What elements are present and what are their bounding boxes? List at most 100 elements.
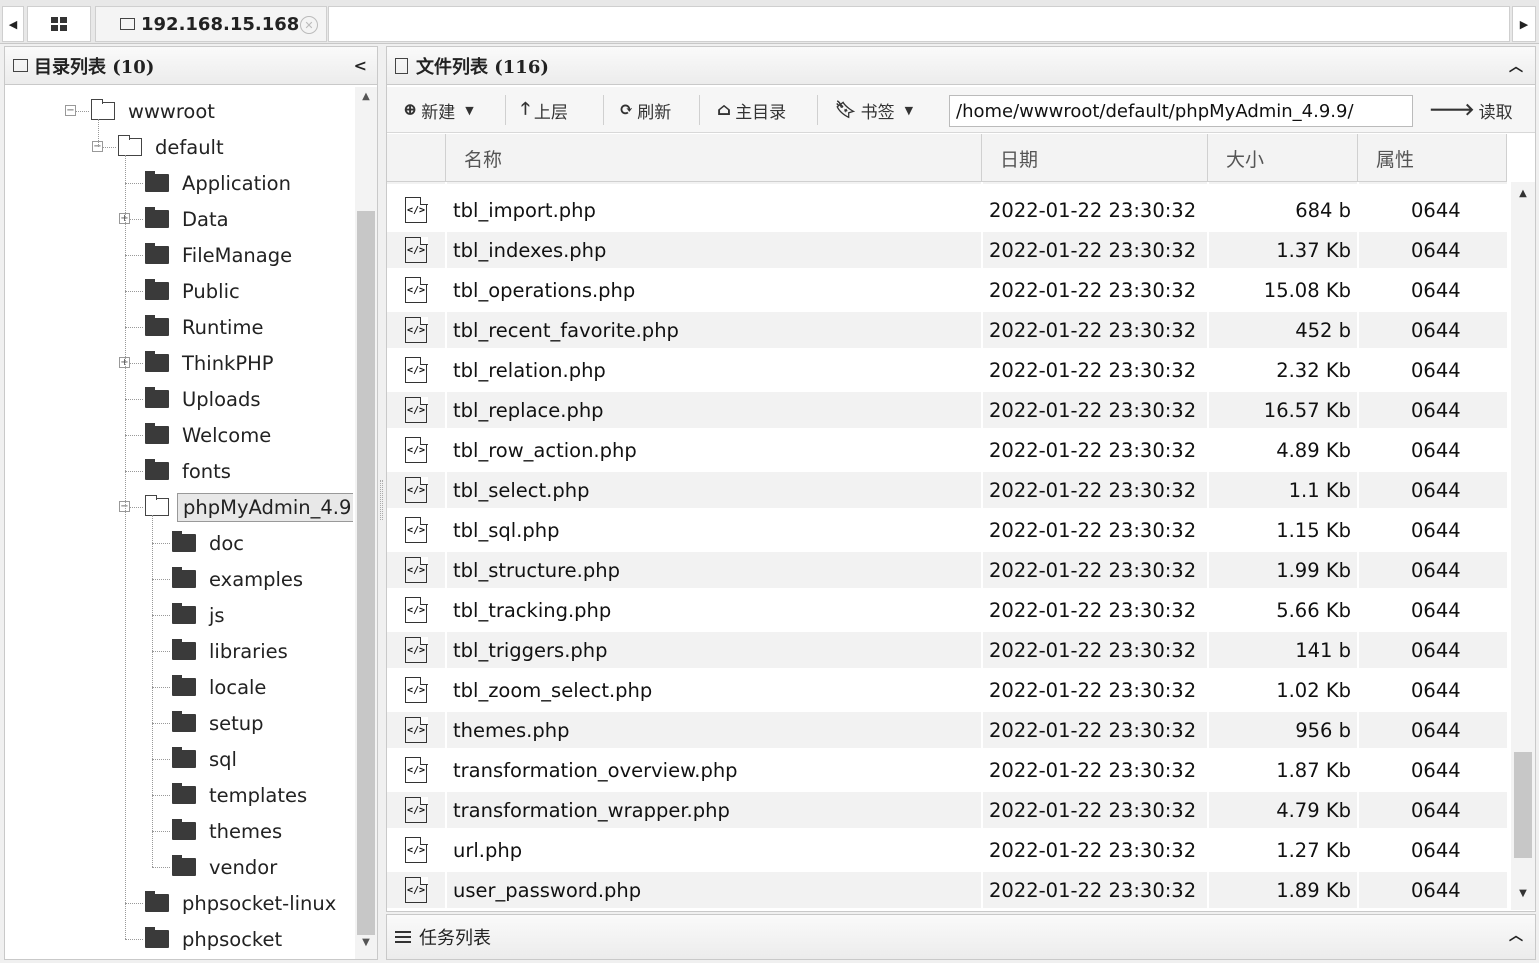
panel-splitter[interactable]: [380, 480, 383, 520]
tree-connector: [152, 831, 170, 832]
new-button-label: 新建: [421, 102, 456, 123]
tree-node[interactable]: vendor: [172, 851, 282, 883]
close-icon[interactable]: ✕: [300, 16, 318, 34]
directory-panel-header: 目录列表 (10) <: [5, 47, 377, 85]
tree-node[interactable]: default: [117, 131, 229, 163]
up-button[interactable]: 🡑 上层: [521, 93, 568, 127]
tree-node[interactable]: Welcome: [145, 419, 276, 451]
file-date: 2022-01-22 23:30:32: [989, 518, 1197, 542]
table-row[interactable]: </> tbl_select.php 2022-01-22 23:30:32 1.1 …: [387, 472, 1507, 512]
tab-scroll-left-button[interactable]: ◀: [2, 6, 24, 42]
grid-icon: [51, 17, 67, 31]
tree-node[interactable]: Data: [145, 203, 234, 235]
file-size: 1.27 Kb: [1276, 838, 1351, 862]
file-size: 1.15 Kb: [1276, 518, 1351, 542]
table-row[interactable]: </> tbl_sql.php 2022-01-22 23:30:32 1.15 Kb…: [387, 512, 1507, 552]
tree-scrollbar[interactable]: ▲ ▼: [355, 87, 377, 959]
tree-node[interactable]: ThinkPHP: [145, 347, 279, 379]
table-row[interactable]: </> tbl_operations.php 2022-01-22 23:30:32…: [387, 272, 1507, 312]
column-header-attr[interactable]: 属性: [1357, 134, 1507, 182]
file-date: 2022-01-22 23:30:32: [989, 758, 1197, 782]
file-attr: 0644: [1359, 232, 1507, 268]
table-row[interactable]: </> tbl_tracking.php 2022-01-22 23:30:32 5.…: [387, 592, 1507, 632]
tree-node[interactable]: fonts: [145, 455, 236, 487]
path-input[interactable]: [949, 95, 1413, 127]
table-row[interactable]: </> tbl_recent_favorite.php 2022-01-22 23:…: [387, 312, 1507, 352]
table-row[interactable]: </> url.php 2022-01-22 23:30:32 1.27 Kb 0644: [387, 832, 1507, 872]
table-row[interactable]: </> tbl_relation.php 2022-01-22 23:30:32 2.…: [387, 352, 1507, 392]
tree-node[interactable]: setup: [172, 707, 269, 739]
tree-node[interactable]: doc: [172, 527, 249, 559]
tree-node[interactable]: libraries: [172, 635, 293, 667]
table-row[interactable]: </> tbl_replace.php 2022-01-22 23:30:32 16.…: [387, 392, 1507, 432]
file-attr: 0644: [1411, 518, 1461, 542]
chevron-up-icon[interactable]: ︿: [1509, 56, 1523, 76]
tab-host[interactable]: 192.168.15.168 ✕: [95, 6, 327, 42]
tree-node[interactable]: phpsocket-linux: [145, 887, 341, 919]
read-button[interactable]: 🡒 读取: [1429, 93, 1513, 127]
table-row[interactable]: </> tbl_indexes.php 2022-01-22 23:30:32 1.3…: [387, 232, 1507, 272]
scroll-thumb[interactable]: [357, 211, 375, 935]
tree-node[interactable]: Runtime: [145, 311, 268, 343]
tree-node[interactable]: Uploads: [145, 383, 266, 415]
file-icon-cell: </>: [387, 752, 445, 788]
app-grid-button[interactable]: [27, 6, 91, 42]
tree-node[interactable]: sql: [172, 743, 242, 775]
tree-node[interactable]: FileManage: [145, 239, 297, 271]
file-table-header: 名称 日期 大小 属性: [387, 134, 1507, 182]
file-list-scrollbar[interactable]: ▲ ▼: [1511, 182, 1535, 910]
file-size: 1.1 Kb: [1209, 472, 1357, 508]
folder-icon: [145, 171, 169, 192]
scroll-thumb[interactable]: [1514, 752, 1532, 858]
table-row[interactable]: </> transformation_overview.php 2022-01-22…: [387, 752, 1507, 792]
tree-connector: [125, 939, 143, 940]
tree-node[interactable]: templates: [172, 779, 312, 811]
chevron-up-icon[interactable]: ︿: [1509, 925, 1523, 945]
tree-node[interactable]: themes: [172, 815, 287, 847]
file-size: 1.02 Kb: [1276, 678, 1351, 702]
folder-icon: [172, 567, 196, 588]
tree-node[interactable]: wwwroot: [90, 95, 220, 127]
task-panel[interactable]: 任务列表 ︿: [386, 914, 1536, 960]
php-file-icon: </>: [405, 796, 428, 823]
refresh-button[interactable]: ⟳ 刷新: [619, 93, 671, 127]
new-button[interactable]: ⊕ 新建 ▼: [403, 93, 474, 127]
scroll-down-icon[interactable]: ▼: [355, 937, 377, 955]
tree-node[interactable]: examples: [172, 563, 308, 595]
tree-node[interactable]: js: [172, 599, 230, 631]
folder-icon: [172, 855, 196, 876]
tree-node[interactable]: phpMyAdmin_4.9.9: [144, 491, 353, 523]
collapse-toggle-icon[interactable]: −: [65, 105, 76, 116]
table-row[interactable]: </> transformation_wrapper.php 2022-01-22 …: [387, 792, 1507, 832]
tree-node[interactable]: locale: [172, 671, 271, 703]
chevron-left-icon[interactable]: <: [354, 56, 367, 75]
file-icon-cell: </>: [387, 872, 445, 908]
home-button[interactable]: ⌂ 主目录: [717, 93, 786, 127]
file-date: 2022-01-22 23:30:32: [983, 232, 1207, 268]
table-row[interactable]: </> tbl_triggers.php 2022-01-22 23:30:32 14…: [387, 632, 1507, 672]
scroll-up-icon[interactable]: ▲: [355, 91, 377, 109]
column-header-size[interactable]: 大小: [1207, 134, 1357, 182]
tree-connector: [125, 327, 143, 328]
tree-node[interactable]: Public: [145, 275, 245, 307]
table-row[interactable]: </> tbl_row_action.php 2022-01-22 23:30:32…: [387, 432, 1507, 472]
tree-node[interactable]: phpsocket: [145, 923, 287, 955]
table-row[interactable]: </> tbl_structure.php 2022-01-22 23:30:32 1…: [387, 552, 1507, 592]
folder-icon: [90, 99, 115, 120]
tab-scroll-right-button[interactable]: ▶: [1512, 6, 1536, 42]
file-name: tbl_row_action.php: [453, 438, 637, 462]
bookmark-button[interactable]: 🔖︎ 书签 ▼: [835, 93, 913, 127]
table-row[interactable]: </> tbl_zoom_select.php 2022-01-22 23:30:3…: [387, 672, 1507, 712]
file-name: tbl_tracking.php: [453, 598, 612, 622]
file-size: 1.37 Kb: [1209, 232, 1357, 268]
scroll-down-icon[interactable]: ▼: [1511, 888, 1535, 906]
php-file-icon: </>: [405, 516, 428, 543]
table-row[interactable]: </> themes.php 2022-01-22 23:30:32 956 b 064…: [387, 712, 1507, 752]
column-header-date[interactable]: 日期: [981, 134, 1207, 182]
table-row[interactable]: </> tbl_import.php 2022-01-22 23:30:32 684 …: [387, 192, 1507, 232]
scroll-up-icon[interactable]: ▲: [1511, 188, 1535, 206]
column-header-name[interactable]: 名称: [445, 134, 981, 182]
tree-node-label: setup: [209, 711, 264, 735]
tree-node[interactable]: Application: [145, 167, 296, 199]
table-row[interactable]: </> user_password.php 2022-01-22 23:30:32 1…: [387, 872, 1507, 910]
